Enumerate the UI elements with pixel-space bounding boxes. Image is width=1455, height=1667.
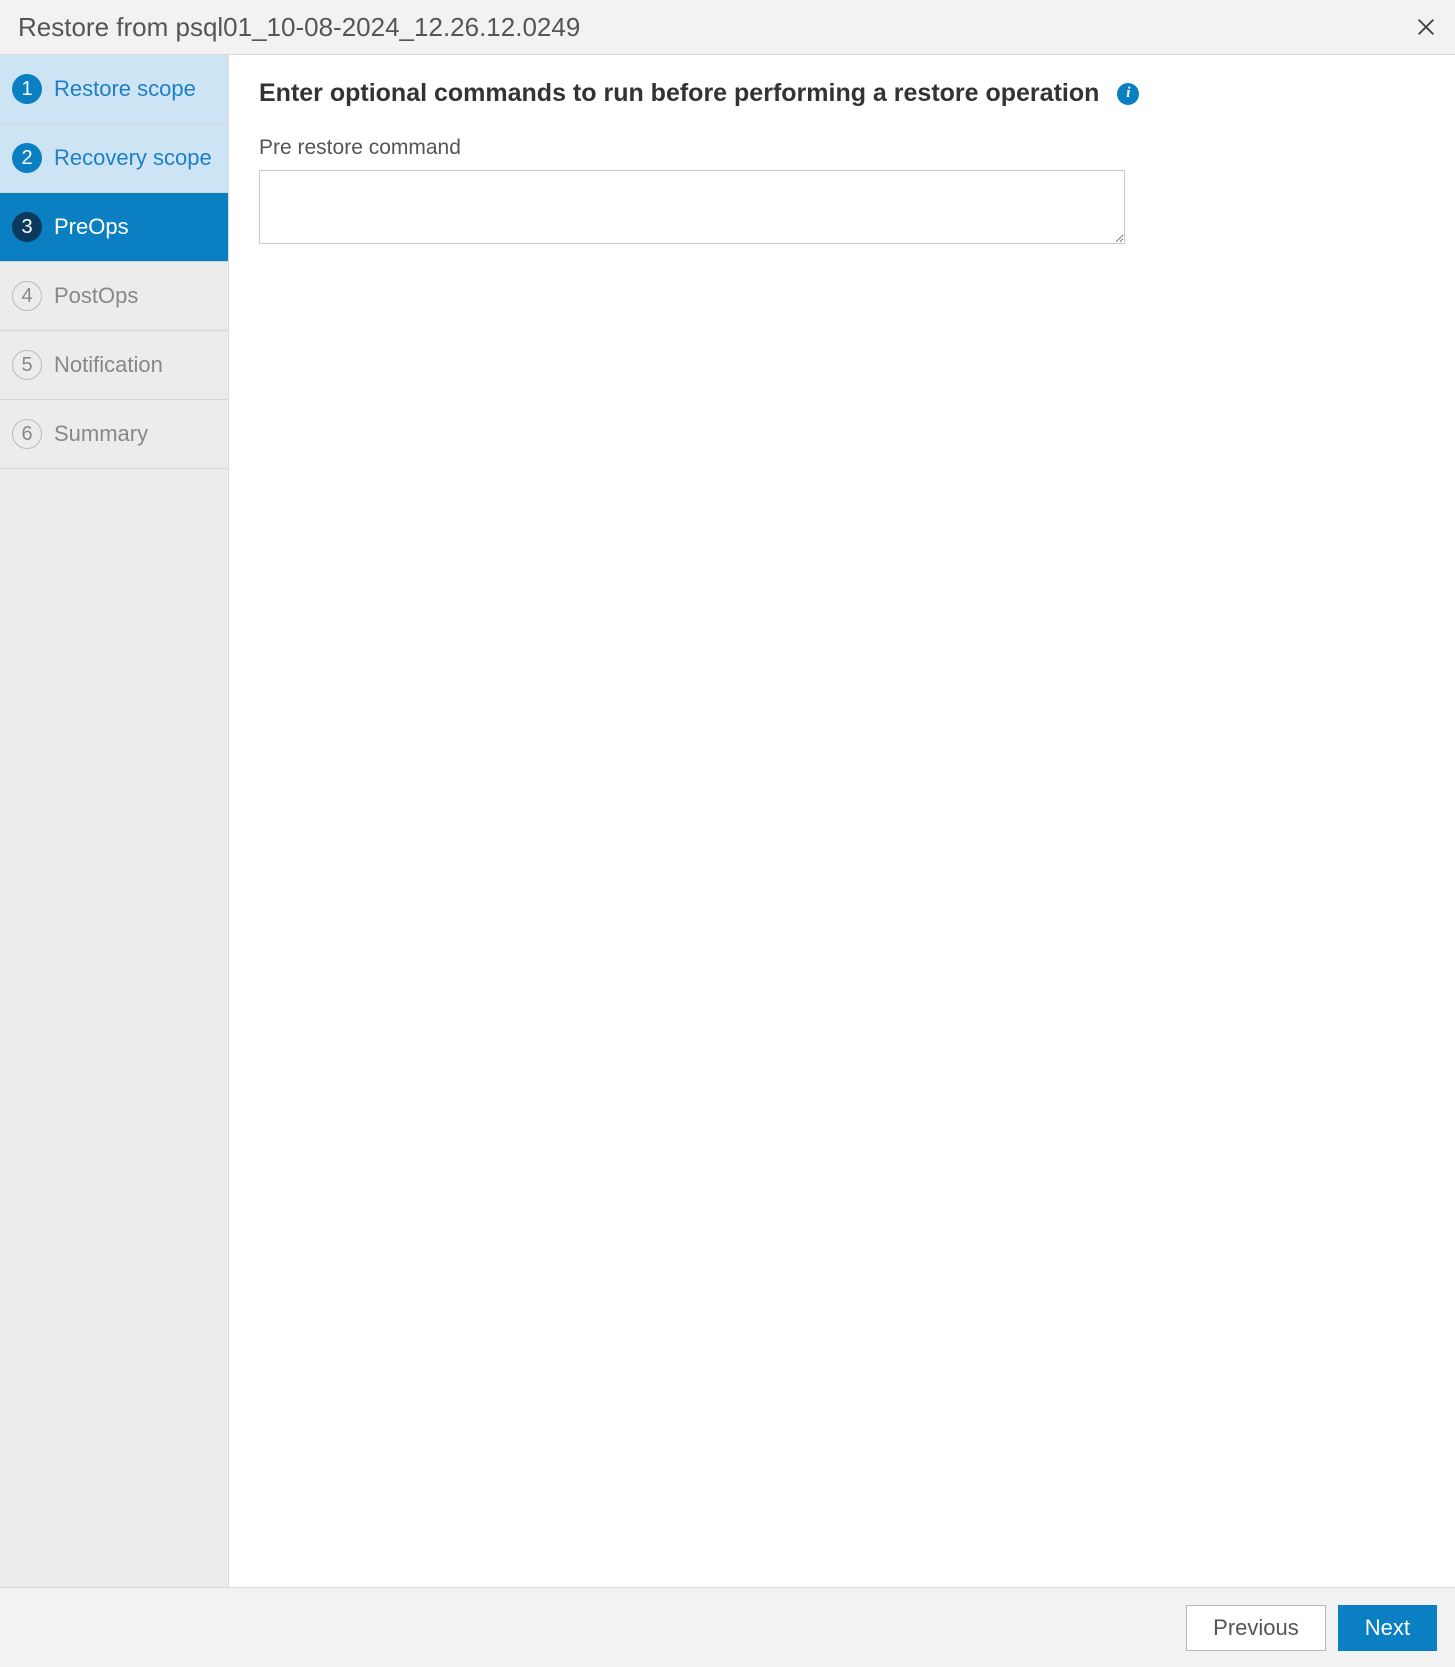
step-label: Notification [54,352,163,378]
content-heading: Enter optional commands to run before pe… [259,79,1099,108]
dialog-header: Restore from psql01_10-08-2024_12.26.12.… [0,0,1455,55]
previous-button[interactable]: Previous [1186,1605,1326,1651]
step-number-badge: 1 [12,74,42,104]
pre-restore-command-label: Pre restore command [259,136,1425,160]
next-button[interactable]: Next [1338,1605,1437,1651]
info-icon[interactable]: i [1117,83,1139,105]
step-number-badge: 2 [12,143,42,173]
step-label: PostOps [54,283,138,309]
wizard-content-preops: Enter optional commands to run before pe… [229,55,1455,1587]
wizard-step-restore-scope[interactable]: 1 Restore scope [0,55,228,124]
step-label: PreOps [54,214,129,240]
step-number-badge: 6 [12,419,42,449]
dialog-title: Restore from psql01_10-08-2024_12.26.12.… [18,12,580,43]
wizard-step-summary[interactable]: 6 Summary [0,400,228,469]
step-label: Recovery scope [54,145,212,171]
wizard-step-notification[interactable]: 5 Notification [0,331,228,400]
step-number-badge: 5 [12,350,42,380]
step-label: Summary [54,421,148,447]
step-number-badge: 4 [12,281,42,311]
dialog-body: 1 Restore scope 2 Recovery scope 3 PreOp… [0,55,1455,1587]
wizard-footer: Previous Next [0,1587,1455,1667]
wizard-sidebar: 1 Restore scope 2 Recovery scope 3 PreOp… [0,55,229,1587]
wizard-step-preops[interactable]: 3 PreOps [0,193,228,262]
step-number-badge: 3 [12,212,42,242]
step-label: Restore scope [54,76,196,102]
close-icon[interactable] [1415,16,1437,38]
wizard-step-postops[interactable]: 4 PostOps [0,262,228,331]
pre-restore-command-input[interactable] [259,170,1125,244]
wizard-step-recovery-scope[interactable]: 2 Recovery scope [0,124,228,193]
content-heading-row: Enter optional commands to run before pe… [259,79,1425,108]
